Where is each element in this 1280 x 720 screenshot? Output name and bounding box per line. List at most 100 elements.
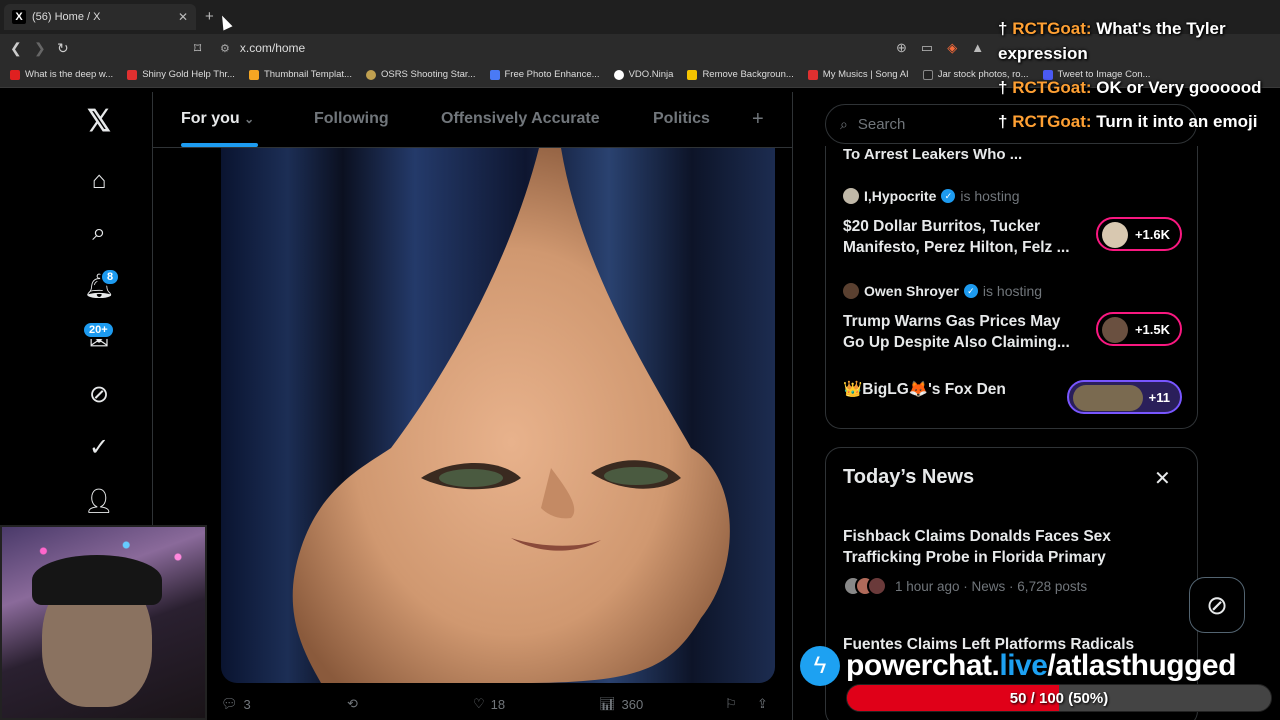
donation-goal-bar: 50 / 100 (50%) [846,684,1272,712]
streamer-cap [32,555,162,605]
verified-badge-icon: ✓ [963,284,978,298]
space-title[interactable]: To Arrest Leakers Who ... [843,146,1022,163]
bookmark-icon[interactable]: ⌑ [194,40,201,57]
like-button[interactable]: ♡ 18 [473,696,505,712]
bookmark-favicon-icon [248,69,259,80]
views-button[interactable]: 📊︎ 360 [599,696,643,712]
back-icon[interactable]: ❮ [10,40,22,57]
avatar [1102,222,1128,248]
avatar [843,283,859,299]
right-divider [792,92,793,720]
goal-label: 50 / 100 (50%) [1009,689,1109,707]
add-tab-icon[interactable]: + [752,108,764,131]
bookmark-favicon-icon [807,69,818,80]
analytics-icon: 📊︎ [599,696,616,711]
avatar [867,576,887,596]
share-button[interactable]: ⇪ [757,696,768,712]
home-icon[interactable]: ⌂ [82,164,116,198]
avatar [1102,317,1128,343]
space-title[interactable]: Trump Warns Gas Prices May Go Up Despite… [843,311,1083,353]
news-title: Today’s News [843,466,975,488]
post-actions: 💬︎ 3 ⟲ ♡ 18 📊︎ 360 ⚐ ⇪ [221,696,781,720]
extension-icon[interactable]: ▲ [971,40,984,56]
share-icon: ⇪ [757,696,768,711]
tab-for-you[interactable]: For you ⌄ [181,110,254,128]
chat-message: † RCTGoat: What's the Tyler expression [998,19,1226,63]
reload-icon[interactable]: ↻ [57,40,69,57]
news-headline[interactable]: Fishback Claims Donalds Faces Sex Traffi… [843,526,1143,568]
explore-search-icon[interactable]: ⌕ [82,216,116,250]
chat-message: † RCTGoat: Turn it into an emoji [998,112,1258,131]
bookmark-favicon-icon [613,69,624,80]
x-logo-icon[interactable]: 𝕏 [82,104,116,138]
x-favicon-icon: X [12,10,26,24]
space-title[interactable]: 👑BigLG🦊's Fox Den [843,379,1083,400]
chat-message: † RCTGoat: OK or Very goooood [998,78,1262,97]
bookmark-favicon-icon [365,69,376,80]
space-listeners-pill[interactable]: +1.6K [1096,217,1182,251]
bookmark-item[interactable]: My Musics | Song AI [807,69,909,80]
brave-shield-icon[interactable]: ◈ [947,40,957,56]
avatar [843,188,859,204]
bookmark-item[interactable]: OSRS Shooting Star... [365,69,476,80]
grok-icon: ⊘ [1206,589,1228,620]
tab-politics[interactable]: Politics [653,110,710,128]
premium-verified-icon[interactable]: ✓ [82,430,116,464]
notifications-badge: 8 [100,268,121,286]
search-icon: ⌕ [840,115,848,132]
tab-close-icon[interactable]: ✕ [178,10,188,24]
cast-icon[interactable]: ▭ [921,40,933,56]
creature-illustration [292,148,730,683]
grok-icon[interactable]: ⊘ [82,377,116,411]
stream-chat-overlay: † RCTGoat: What's the Tyler expression †… [998,16,1278,143]
tab-offensively-accurate[interactable]: Offensively Accurate [441,110,600,128]
verified-badge-icon: ✓ [941,189,956,203]
news-avatars [843,576,889,596]
site-settings-icon[interactable]: ⚙ [220,42,230,55]
space-listeners-pill[interactable]: +1.5K [1096,312,1182,346]
new-tab-icon[interactable]: + [205,8,214,25]
messages-badge: 20+ [82,321,115,339]
reply-button[interactable]: 💬︎ 3 [221,696,251,712]
active-tab-indicator [181,143,258,147]
profile-icon[interactable]: 👤︎ [82,484,116,518]
url-field[interactable]: ⚙ x.com/home [220,37,940,59]
zoom-icon[interactable]: ⊕ [896,40,907,56]
bookmark-item[interactable]: Thumbnail Templat... [248,69,352,80]
bookmark-item[interactable]: What is the deep w... [10,69,113,80]
repost-icon: ⟲ [347,696,358,711]
powerchat-bolt-icon: ϟ [800,646,840,686]
avatar [1073,385,1143,411]
mouse-cursor-icon [217,13,233,31]
space-host[interactable]: Owen Shroyer ✓ is hosting [843,283,1042,299]
browser-tab-active[interactable]: X (56) Home / X ✕ [4,4,196,30]
bookmark-item[interactable]: Free Photo Enhance... [489,69,600,80]
forward-icon[interactable]: ❯ [34,40,46,57]
extension-toolbar: ⊕ ▭ ◈ ▲ [896,40,984,56]
repost-button[interactable]: ⟲ [347,696,358,712]
grok-floating-button[interactable]: ⊘ [1189,577,1245,633]
powerchat-brand: ϟ powerchat.live/atlasthugged [800,646,1280,686]
close-icon[interactable]: ✕ [1154,466,1171,491]
webcam-feed [0,525,207,720]
bookmark-favicon-icon [489,69,500,80]
bookmark-favicon-icon [922,69,933,80]
space-title[interactable]: $20 Dollar Burritos, Tucker Manifesto, P… [843,216,1083,258]
space-host[interactable]: I,Hypocrite ✓ is hosting [843,188,1020,204]
bookmark-favicon-icon [127,69,138,80]
space-listeners-pill[interactable]: +11 [1067,380,1182,414]
tab-following[interactable]: Following [314,110,389,128]
reply-icon: 💬︎ [221,696,238,711]
search-placeholder: Search [857,115,906,133]
tab-title: (56) Home / X [32,11,101,23]
bookmark-post-icon: ⚐ [725,696,737,711]
post-image[interactable] [221,148,775,683]
bookmark-favicon-icon [687,69,698,80]
bookmark-post-button[interactable]: ⚐ [725,696,737,712]
chevron-down-icon: ⌄ [244,112,255,126]
bookmark-item[interactable]: Remove Backgroun... [687,69,794,80]
bookmark-item[interactable]: Shiny Gold Help Thr... [127,69,235,80]
news-meta: 1 hour ago · News · 6,728 posts [843,576,1087,596]
bookmark-item[interactable]: VDO.Ninja [613,69,673,80]
url-text: x.com/home [239,41,306,55]
